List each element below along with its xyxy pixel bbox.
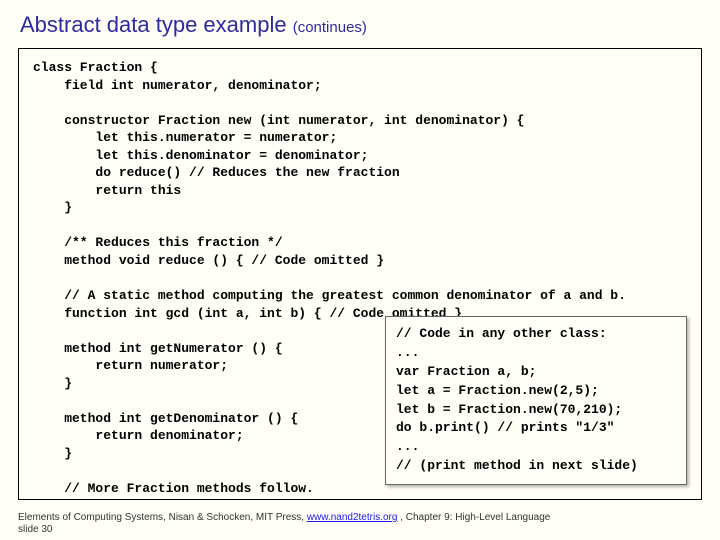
code-inner-text: // Code in any other class: ... var Frac… <box>396 326 638 473</box>
footer-link[interactable]: www.nand2tetris.org <box>307 512 398 523</box>
title-continues: (continues) <box>293 19 367 36</box>
code-box-main: class Fraction { field int numerator, de… <box>18 48 702 500</box>
code-box-inner: // Code in any other class: ... var Frac… <box>385 316 687 485</box>
footer-prefix: Elements of Computing Systems, Nisan & S… <box>18 512 307 523</box>
slide-footer: Elements of Computing Systems, Nisan & S… <box>18 512 702 536</box>
footer-slide-number: slide 30 <box>18 524 52 535</box>
title-main: Abstract data type example <box>20 12 293 37</box>
slide-title: Abstract data type example (continues) <box>20 12 702 38</box>
slide: Abstract data type example (continues) c… <box>0 0 720 540</box>
footer-suffix: , Chapter 9: High-Level Language <box>397 512 550 523</box>
